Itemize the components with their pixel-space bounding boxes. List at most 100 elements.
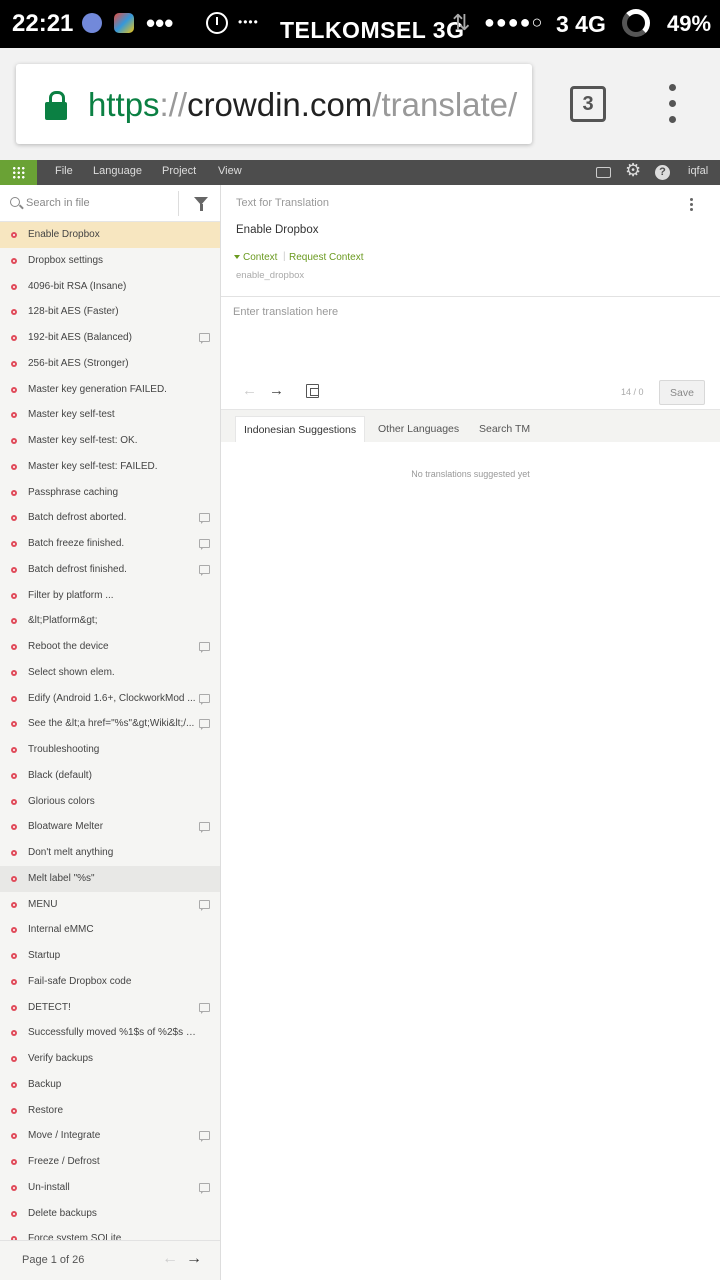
- comment-icon[interactable]: [199, 899, 210, 911]
- string-row[interactable]: Delete backups: [0, 1201, 220, 1227]
- more-options-icon[interactable]: [690, 198, 694, 212]
- string-row[interactable]: MENU: [0, 892, 220, 918]
- untranslated-status-icon: [11, 1159, 17, 1165]
- untranslated-status-icon: [11, 747, 17, 753]
- string-row[interactable]: Filter by platform ...: [0, 583, 220, 609]
- string-row[interactable]: Batch freeze finished.: [0, 531, 220, 557]
- string-row[interactable]: 128-bit AES (Faster): [0, 299, 220, 325]
- string-row[interactable]: Internal eMMC: [0, 917, 220, 943]
- copy-source-icon[interactable]: [306, 384, 319, 398]
- string-row[interactable]: Move / Integrate: [0, 1123, 220, 1149]
- search-input[interactable]: [26, 193, 172, 213]
- help-icon[interactable]: ?: [655, 165, 670, 180]
- string-row[interactable]: Black (default): [0, 763, 220, 789]
- comment-icon[interactable]: [199, 642, 210, 653]
- string-label: Freeze / Defrost: [28, 1156, 100, 1167]
- string-row[interactable]: See the &lt;a href="%s"&gt;Wiki&lt;/...: [0, 711, 220, 737]
- tab-other-languages[interactable]: Other Languages: [370, 416, 467, 442]
- apps-grid-button[interactable]: [0, 160, 37, 185]
- string-row[interactable]: Troubleshooting: [0, 737, 220, 763]
- tab-switcher-button[interactable]: 3: [570, 86, 606, 122]
- string-row[interactable]: DETECT!: [0, 995, 220, 1021]
- prev-page-button[interactable]: ←: [162, 1250, 178, 1268]
- string-row[interactable]: Verify backups: [0, 1046, 220, 1072]
- string-row[interactable]: Select shown elem.: [0, 660, 220, 686]
- menu-view[interactable]: View: [218, 165, 242, 177]
- string-row[interactable]: Force system SQLite: [0, 1226, 220, 1240]
- string-row[interactable]: Un-install: [0, 1175, 220, 1201]
- comment-icon[interactable]: [199, 719, 210, 731]
- string-row[interactable]: Master key self-test: [0, 402, 220, 428]
- string-row[interactable]: Dropbox settings: [0, 248, 220, 274]
- string-row[interactable]: &lt;Platform&gt;: [0, 608, 220, 634]
- string-row[interactable]: Enable Dropbox: [0, 222, 220, 248]
- string-row[interactable]: Fail-safe Dropbox code: [0, 969, 220, 995]
- comment-icon[interactable]: [199, 539, 210, 550]
- next-page-button[interactable]: →: [186, 1250, 202, 1268]
- comment-icon[interactable]: [199, 1002, 210, 1014]
- comment-icon[interactable]: [199, 1182, 210, 1194]
- comment-icon[interactable]: [199, 333, 210, 344]
- context-label: Context: [243, 252, 278, 263]
- network-type: 3 4G: [556, 11, 606, 37]
- browser-menu-icon[interactable]: [664, 84, 684, 124]
- request-context-link[interactable]: Request Context: [289, 252, 364, 263]
- string-row[interactable]: Reboot the device: [0, 634, 220, 660]
- string-row[interactable]: Startup: [0, 943, 220, 969]
- prev-string-button[interactable]: ←: [242, 382, 257, 399]
- url-separator: ://: [159, 86, 188, 123]
- comment-icon[interactable]: [199, 693, 210, 705]
- save-button[interactable]: Save: [659, 380, 705, 405]
- string-row[interactable]: Bloatware Melter: [0, 814, 220, 840]
- string-row[interactable]: Batch defrost aborted.: [0, 505, 220, 531]
- string-row[interactable]: Don't melt anything: [0, 840, 220, 866]
- menu-project[interactable]: Project: [162, 165, 196, 177]
- menu-file[interactable]: File: [55, 165, 73, 177]
- string-row[interactable]: Freeze / Defrost: [0, 1149, 220, 1175]
- string-row[interactable]: 4096-bit RSA (Insane): [0, 274, 220, 300]
- untranslated-status-icon: [11, 644, 17, 650]
- alarm-icon: [206, 12, 228, 34]
- translation-input[interactable]: [233, 306, 703, 366]
- untranslated-status-icon: [11, 335, 17, 341]
- string-row[interactable]: Master key self-test: OK.: [0, 428, 220, 454]
- untranslated-status-icon: [11, 1081, 17, 1088]
- string-label: Troubleshooting: [28, 744, 100, 755]
- string-row[interactable]: Batch defrost finished.: [0, 557, 220, 583]
- string-row[interactable]: Successfully moved %1$s of %2$s files.: [0, 1020, 220, 1046]
- string-row[interactable]: Master key self-test: FAILED.: [0, 454, 220, 480]
- untranslated-status-icon: [11, 463, 17, 470]
- filter-icon[interactable]: [194, 197, 208, 211]
- next-string-button[interactable]: →: [269, 382, 284, 399]
- url-text[interactable]: https://crowdin.com/translate/: [88, 86, 517, 124]
- comment-icon[interactable]: [199, 822, 210, 834]
- battery-icon: [622, 9, 650, 37]
- comment-icon[interactable]: [199, 564, 210, 576]
- string-row[interactable]: Master key generation FAILED.: [0, 377, 220, 403]
- discord-notification-icon: [82, 13, 102, 33]
- string-row[interactable]: Edify (Android 1.6+, ClockworkMod ...: [0, 686, 220, 712]
- user-name[interactable]: iqfal: [688, 165, 708, 177]
- carrier-name: TELKOMSEL 3G: [280, 17, 465, 41]
- string-row[interactable]: 256-bit AES (Stronger): [0, 351, 220, 377]
- string-row[interactable]: Backup: [0, 1072, 220, 1098]
- string-label: Batch freeze finished.: [28, 538, 125, 549]
- menu-language[interactable]: Language: [93, 165, 142, 177]
- string-label: Move / Integrate: [28, 1130, 101, 1142]
- string-row[interactable]: Restore: [0, 1098, 220, 1124]
- address-bar[interactable]: https://crowdin.com/translate/: [16, 64, 532, 144]
- context-separator: |: [283, 251, 286, 262]
- string-row[interactable]: Glorious colors: [0, 789, 220, 815]
- gear-icon[interactable]: ⚙: [625, 161, 641, 179]
- string-row[interactable]: Melt label "%s": [0, 865, 220, 892]
- string-label: Startup: [28, 950, 61, 961]
- context-toggle[interactable]: Context: [234, 252, 277, 263]
- string-label: Don't melt anything: [28, 847, 114, 858]
- string-row[interactable]: Passphrase caching: [0, 480, 220, 506]
- tab-search-tm[interactable]: Search TM: [471, 416, 538, 442]
- keyboard-icon[interactable]: [596, 167, 611, 178]
- tab-indonesian-suggestions[interactable]: Indonesian Suggestions: [235, 416, 366, 442]
- comment-icon[interactable]: [199, 1131, 210, 1143]
- string-row[interactable]: 192-bit AES (Balanced): [0, 325, 220, 351]
- comment-icon[interactable]: [199, 513, 210, 525]
